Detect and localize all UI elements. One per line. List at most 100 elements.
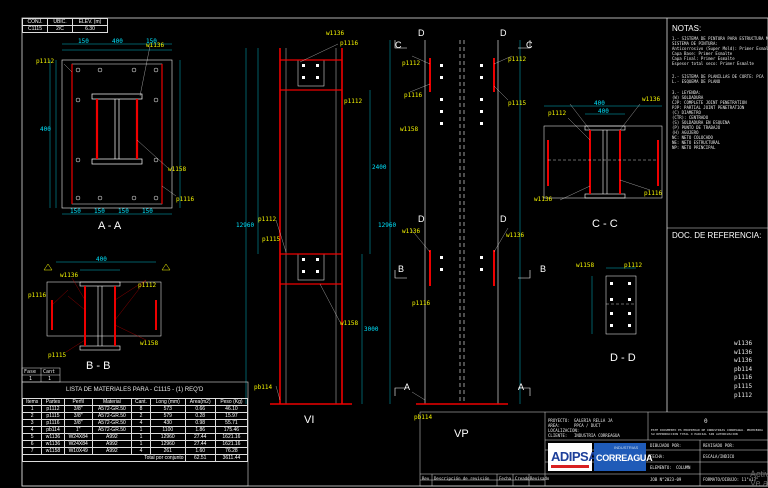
view-title-vp: VP xyxy=(454,428,469,440)
bom-row: 3 p1116 3/8" A572-GR.50 4 430 0.98 55.71 xyxy=(21,419,249,427)
bom-cell: 4 xyxy=(130,419,151,427)
parts-index-item: p1115 xyxy=(734,382,753,390)
part-tag: p1116 xyxy=(404,92,423,99)
dim-text: 400 xyxy=(598,108,609,115)
tb-elemento-value: COLUMN xyxy=(676,465,691,470)
bom-row: 7 w1158 W10X49 A992 4 261 1.60 76.28 xyxy=(21,447,249,455)
section-cc-detail xyxy=(543,103,663,201)
tb-revision-number: 0 xyxy=(704,418,708,425)
notes-title: NOTAS: xyxy=(672,24,702,33)
tb-job: JOB N°2023-09 xyxy=(650,477,682,482)
part-tag: w1158 xyxy=(576,262,595,269)
parts-index-item: pb114 xyxy=(734,365,753,373)
bom-title: LISTA DE MATERIALES PARA - C1115 - (1) R… xyxy=(66,387,204,393)
dim-text: 150 xyxy=(118,208,129,215)
dim-text: 12960 xyxy=(236,222,255,229)
bom-cell: A992 xyxy=(91,440,132,448)
bom-col-header: Area(m2) xyxy=(184,398,216,406)
view-title-dd: D - D xyxy=(610,352,636,364)
tb-fecha-value: ESCALA/INDICO xyxy=(703,454,735,459)
section-mark-a-left: A xyxy=(404,382,411,392)
dim-text: 12960 xyxy=(378,222,397,229)
bom-cell: 0.98 xyxy=(184,419,216,427)
cant-value: 1 xyxy=(48,376,52,382)
bom-cell: 1621.16 xyxy=(214,440,249,448)
fase-label: Fase xyxy=(24,369,37,375)
part-tag: p1112 xyxy=(624,262,643,269)
correagua-logo-top: INDUSTRIAS xyxy=(614,445,639,450)
part-tag: w1136 xyxy=(534,196,553,203)
reference-docs-title: DOC. DE REFERENCIA: xyxy=(672,231,762,240)
part-tag: p1116 xyxy=(412,300,431,307)
parts-index-list: w1136 w1136 w1136 pb114 p1116 p1115 p111… xyxy=(734,340,752,400)
bom-col-header: Cant. xyxy=(130,398,151,406)
view-title-bb: B - B xyxy=(86,360,111,372)
dim-text: 2400 xyxy=(372,164,387,171)
tb-elemento-label: ELEMENTO: xyxy=(650,465,672,470)
section-mark-c-right: C xyxy=(526,40,533,50)
activation-watermark: Activ Ve a C xyxy=(750,470,768,488)
header-ubic-label: UBIC. xyxy=(47,18,73,26)
section-mark-b-right: B xyxy=(540,264,547,274)
rev-col-header: Fecha xyxy=(499,476,512,481)
bom-cell: 5 xyxy=(21,433,43,441)
bom-col-header: Items xyxy=(21,398,43,406)
tb-disclaimer: ESTE DOCUMENTO ES PROPIEDAD DE INDUSTRIA… xyxy=(651,428,763,436)
dim-text: 150 xyxy=(70,208,81,215)
bom-cell: 261 xyxy=(149,447,186,455)
fase-value: 1 xyxy=(29,376,33,382)
bom-cell: 27.44 xyxy=(184,440,216,448)
bom-cell: w1158 xyxy=(41,447,65,455)
bom-cell: 3/8" xyxy=(63,419,93,427)
header-conj-label: CONJ. xyxy=(22,18,48,26)
bom-cell: 1621.16 xyxy=(214,433,249,441)
part-tag: p1115 xyxy=(508,100,527,107)
notes-list: 1.- SISTEMA DE PINTURA PARA ESTRUCTURA M… xyxy=(672,36,768,150)
dim-text: 150 xyxy=(78,38,89,45)
dim-text: 400 xyxy=(594,100,605,107)
part-tag: w1136 xyxy=(506,232,525,239)
bom-cell: w1136 xyxy=(41,440,65,448)
bom-col-header: Perfil xyxy=(63,398,93,406)
section-dd-detail xyxy=(591,267,637,335)
part-tag: p1116 xyxy=(176,196,195,203)
bom-cell: 1 xyxy=(130,440,151,448)
bom-cell: pb114 xyxy=(41,426,65,434)
bom-row: 5 w1136 W24X84 A992 1 12960 27.44 1621.16 xyxy=(21,433,249,441)
bom-cell: 7 xyxy=(21,447,43,455)
rev-col-header: Descripción de revisión xyxy=(434,476,490,481)
header-ubic-value: 2/C xyxy=(47,25,73,33)
view-title-aa: A - A xyxy=(98,220,122,232)
bom-cell: 3/8" xyxy=(63,405,93,413)
dim-text: 150 xyxy=(94,208,105,215)
rev-col-header: Creado xyxy=(515,476,530,481)
dim-text: 150 xyxy=(142,208,153,215)
bom-cell: p1112 xyxy=(41,405,65,413)
parts-index-item: w1136 xyxy=(734,357,753,365)
bom-cell: 1100 xyxy=(149,426,186,434)
bom-cell: 8 xyxy=(130,405,151,413)
bom-cell: A572-GR.50 xyxy=(91,412,132,420)
view-title-vi: VI xyxy=(304,414,315,426)
parts-index-item: p1116 xyxy=(734,374,753,382)
section-aa-detail xyxy=(49,43,181,215)
bom-cell: A572-GR.50 xyxy=(91,405,132,413)
bom-cell: 1" xyxy=(63,426,93,434)
bom-total-label: Total por conjunto xyxy=(22,454,186,462)
bom-cell: 0.28 xyxy=(184,412,216,420)
bom-cell: 3 xyxy=(21,419,43,427)
section-mark-d-mid-left: D xyxy=(418,214,425,224)
note-line: L.- ESQUEMA DE PLANO xyxy=(672,79,721,84)
bom-cell: 55.71 xyxy=(214,419,249,427)
bom-cell: A572-GR.50 xyxy=(91,419,132,427)
view-title-cc: C - C xyxy=(592,218,618,230)
dim-text: 400 xyxy=(40,126,51,133)
part-tag: w1158 xyxy=(140,340,159,347)
parts-index-item: p1112 xyxy=(734,391,753,399)
bom-table: Items Partes Perfil Material Cant. Long … xyxy=(21,398,249,462)
part-tag: p1112 xyxy=(258,216,277,223)
header-elev-label: ELEV. (m) xyxy=(72,18,108,26)
correagua-logo-text: CORREAGUA xyxy=(596,453,653,463)
section-mark-d-mid-right: D xyxy=(500,214,507,224)
bom-cell: 1 xyxy=(130,433,151,441)
